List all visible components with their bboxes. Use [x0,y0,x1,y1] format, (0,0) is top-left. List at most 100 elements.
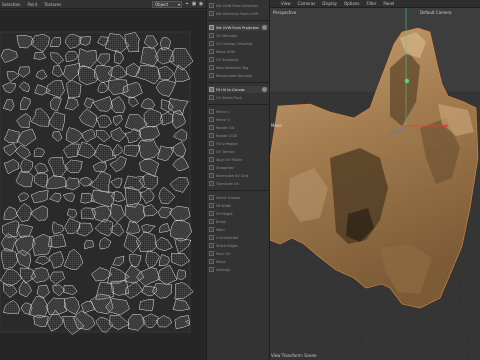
gizmo-y-handle[interactable] [404,78,410,84]
uv-command-item[interactable]: Rotate CW [209,124,269,131]
command-label: Cut Selected [216,235,239,240]
uv-command-item[interactable]: Normalize UV Grid [209,172,269,179]
command-label: Mirror U [216,109,230,114]
uv-command-item[interactable]: UV Select Pack [209,94,269,101]
command-label: New Selection Tag [216,65,248,70]
uv-island-map[interactable] [0,10,206,360]
command-label: UV Select Pack [216,95,243,100]
3d-viewport[interactable]: View Cameras Display Options Filter Pane… [270,0,480,360]
command-label: Fit Width [216,203,232,208]
uv-command-item[interactable]: Mirror V [209,116,269,123]
gizmo-x-handle[interactable] [444,124,448,128]
uv-command-item[interactable]: Align UV Points [209,156,269,163]
uv-command-item[interactable]: UV Manager [209,32,269,39]
divider [207,190,271,191]
command-label: Settings [216,267,231,272]
command-icon [209,95,214,100]
command-label: Fit UV to Canvas [216,87,245,92]
uv-command-item[interactable]: UV Terrace [209,148,269,155]
resize-corner-icon[interactable]: ⟲ [184,319,191,326]
command-icon [209,125,214,130]
uv-command-item[interactable]: Stitch Edges [209,242,269,249]
uv-command-item[interactable]: Settings [209,266,269,273]
command-label: Relax UVW [216,49,236,54]
viewport-menu-cameras[interactable]: Cameras [298,1,316,6]
command-label: Pack UV [216,251,231,256]
command-label: Fit Height [216,211,233,216]
command-label: Relax [216,259,226,264]
uv-object-dropdown[interactable]: Object ▾ [152,1,182,8]
uv-command-item[interactable]: Break [209,218,269,225]
command-icon [209,157,214,162]
command-icon [209,65,214,70]
uv-command-item[interactable]: Select Islands [209,194,269,201]
command-icon [209,203,214,208]
pin-icon[interactable]: ⌖ [184,1,190,8]
command-icon [209,195,214,200]
command-icon [209,181,214,186]
uv-command-item[interactable]: Fit UV to Canvas [209,86,269,93]
uv-command-item[interactable]: UV Snapping [209,56,269,63]
command-label: Weld [216,227,225,232]
uv-command-item[interactable]: Mirror U [209,108,269,115]
settings-dot-icon[interactable] [262,25,267,30]
command-label: Rotate CW [216,125,235,130]
uv-command-item[interactable]: New Selection Tag [209,64,269,71]
viewport-scene[interactable] [270,8,480,360]
command-label: Fit to Region [216,141,238,146]
uv-menu-textures[interactable]: Textures [44,2,61,7]
command-icon [209,117,214,122]
uv-command-item[interactable]: Fit Height [209,210,269,217]
settings-dot-icon[interactable] [262,87,267,92]
chevron-down-icon: ▾ [177,2,180,7]
command-label: Align UV Points [216,157,243,162]
command-icon [209,235,214,240]
viewport-menu-display[interactable]: Display [322,1,337,6]
uv-command-item[interactable]: Weld [209,226,269,233]
uv-command-item[interactable]: Recalculate Normals [209,72,269,79]
viewport-footer: View Transform: Scene [271,353,317,358]
uv-command-item[interactable]: Set UVW From Selection [209,2,269,9]
command-icon [209,87,214,92]
view-icon[interactable]: ◉ [198,1,204,8]
viewport-menu-filter[interactable]: Filter [366,1,376,6]
uv-command-item[interactable]: Relax UVW [209,48,269,55]
uv-island[interactable] [174,282,194,300]
command-icon [209,73,214,78]
command-label: UV Unwrap / Packing [216,41,253,46]
viewport-menu-panel[interactable]: Panel [383,1,394,6]
uv-island[interactable] [33,314,49,327]
uv-menu-selection[interactable]: Selection [2,2,20,7]
uv-command-item[interactable]: Cut Selected [209,234,269,241]
command-label: Straighten [216,165,235,170]
lock-icon[interactable]: ▣ [191,1,197,8]
viewport-camera-label[interactable]: Default Camera [420,10,452,15]
command-label: Stitch Edges [216,243,238,248]
uv-command-item[interactable]: Set UVW From Projection [209,24,269,31]
command-icon [209,173,214,178]
command-icon [209,267,214,272]
command-icon [209,11,214,16]
uv-command-item[interactable]: UV Unwrap / Packing [209,40,269,47]
uv-island[interactable] [79,36,91,46]
viewport-menubar: View Cameras Display Options Filter Pane… [270,0,480,8]
command-label: Normalize UV Grid [216,173,249,178]
viewport-menu-options[interactable]: Options [344,1,359,6]
divider [207,104,271,105]
uv-canvas[interactable] [0,10,206,360]
command-icon [209,165,214,170]
command-label: UV Snapping [216,57,239,62]
uv-menu-point[interactable]: Point [27,2,37,7]
command-label: Break [216,219,227,224]
viewport-menu-view[interactable]: View [281,1,291,6]
command-icon [209,211,214,216]
uv-command-item[interactable]: Fit Width [209,202,269,209]
uv-command-item[interactable]: Fit to Region [209,140,269,147]
uv-command-item[interactable]: Relax [209,258,269,265]
uv-command-item[interactable]: Pack UV [209,250,269,257]
uv-command-item[interactable]: Rotate CCW [209,132,269,139]
uv-command-item[interactable]: Set Selection From UVW [209,10,269,17]
uv-command-item[interactable]: Straighten [209,164,269,171]
uv-command-item[interactable]: Transform UV [209,180,269,187]
command-icon [209,219,214,224]
